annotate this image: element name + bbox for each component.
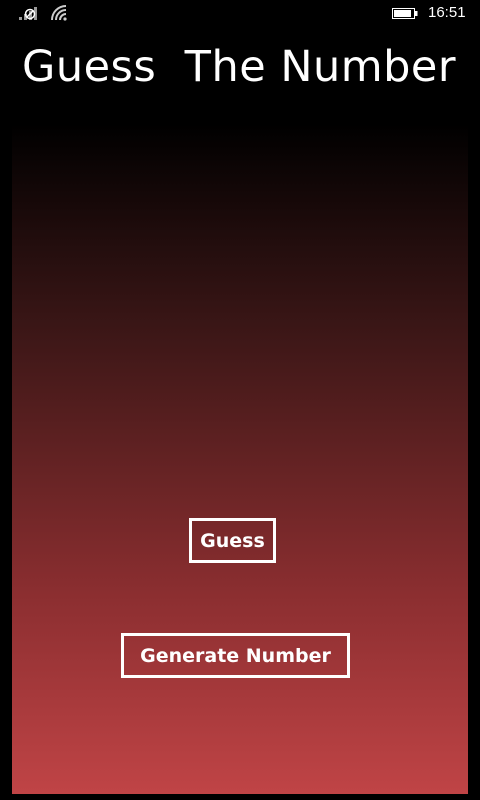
generate-number-button[interactable]: Generate Number xyxy=(121,633,350,678)
content-panel xyxy=(12,124,468,794)
page-title: Guess The Number xyxy=(22,42,457,92)
clock: 16:51 xyxy=(428,4,466,21)
wifi-icon xyxy=(51,5,67,21)
status-bar: 16:51 xyxy=(0,0,480,28)
guess-button[interactable]: Guess xyxy=(189,518,276,563)
battery-icon xyxy=(392,8,418,19)
signal-strength-icon xyxy=(19,7,37,20)
